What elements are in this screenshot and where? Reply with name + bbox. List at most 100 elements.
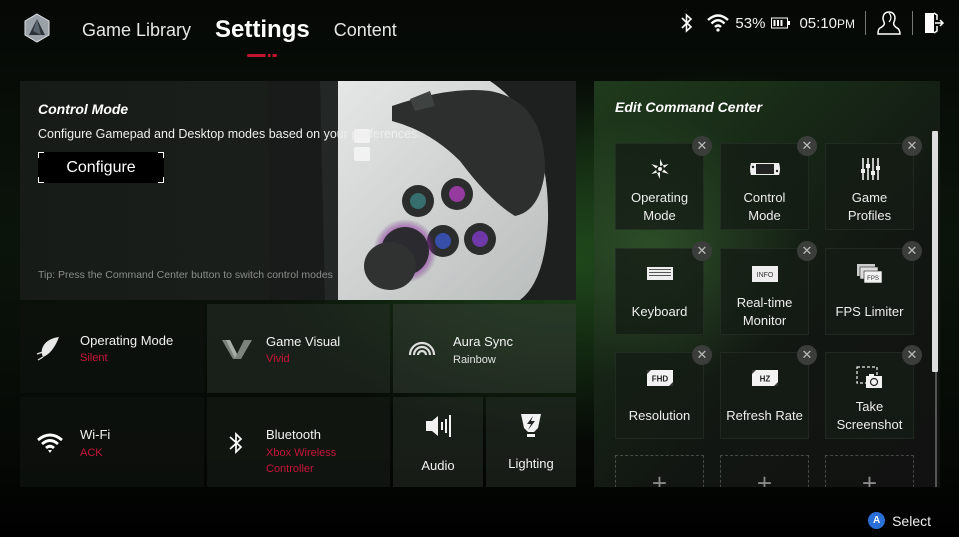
tile-value: Silent	[80, 352, 108, 364]
fhd-resolution-icon: FHD	[616, 365, 703, 391]
wifi-icon	[35, 431, 65, 455]
add-slot-button[interactable]: +	[615, 455, 704, 487]
plus-icon: +	[861, 468, 878, 487]
control-mode-card[interactable]: Control Mode Configure Gamepad and Deskt…	[20, 81, 576, 300]
cc-item-refresh-rate[interactable]: HZ Refresh Rate ✕	[720, 345, 817, 439]
tab-settings[interactable]: Settings	[215, 16, 310, 57]
tab-game-library[interactable]: Game Library	[82, 20, 191, 41]
cc-item-label-line1: Refresh Rate	[726, 408, 803, 423]
hz-refresh-icon: HZ	[721, 365, 808, 391]
info-monitor-icon: INFO	[721, 261, 808, 287]
cc-item-label-line2: Mode	[748, 208, 781, 223]
cc-item-fps-limiter[interactable]: FPS FPS Limiter ✕	[825, 241, 922, 335]
tile-label: Operating Mode	[80, 333, 174, 348]
operating-mode-icon	[616, 156, 703, 182]
remove-icon[interactable]: ✕	[902, 136, 922, 156]
plus-icon: +	[651, 468, 668, 487]
a-button-icon: A	[868, 512, 886, 529]
focus-corner	[38, 152, 44, 158]
tile-operating-mode[interactable]: Operating Mode Silent	[20, 304, 204, 393]
cc-item-label-line1: Keyboard	[631, 304, 688, 319]
remove-icon[interactable]: ✕	[902, 345, 922, 365]
scrollbar-thumb[interactable]	[932, 131, 938, 372]
tile-label: Bluetooth	[266, 427, 321, 442]
battery-icon	[771, 17, 791, 29]
tile-game-visual[interactable]: Game Visual Vivid	[207, 304, 390, 393]
remove-icon[interactable]: ✕	[692, 241, 712, 261]
sliders-icon	[826, 156, 913, 182]
cc-item-label-line1: Operating	[630, 190, 689, 205]
tile-label: Audio	[421, 458, 455, 473]
clock: 05:10PM	[799, 15, 855, 32]
exit-icon[interactable]	[923, 11, 945, 35]
aura-sync-icon	[407, 338, 437, 358]
tile-label: Wi-Fi	[80, 427, 111, 442]
game-visual-icon	[221, 336, 253, 362]
cc-item-label-line1: Game	[851, 190, 888, 205]
cc-item-control-mode[interactable]: Control Mode ✕	[720, 136, 817, 230]
clock-time: 05:10	[799, 14, 837, 32]
remove-icon[interactable]: ✕	[692, 345, 712, 365]
keyboard-icon	[616, 261, 703, 287]
tile-aura-sync[interactable]: Aura Sync Rainbow	[393, 304, 576, 393]
lighting-icon	[518, 411, 544, 439]
tile-bluetooth[interactable]: Bluetooth Xbox Wireless Controller	[207, 397, 390, 487]
configure-button-label: Configure	[66, 158, 136, 176]
rog-logo[interactable]	[22, 13, 52, 43]
cc-item-label-line1: Take	[855, 399, 884, 414]
configure-button[interactable]: Configure	[38, 152, 164, 183]
add-slot-button[interactable]: +	[720, 455, 809, 487]
tile-label: Aura Sync	[453, 334, 513, 349]
svg-text:FHD: FHD	[651, 375, 668, 384]
plus-icon: +	[756, 468, 773, 487]
tile-label: Lighting	[508, 456, 554, 471]
svg-text:INFO: INFO	[756, 272, 773, 279]
focus-corner	[38, 177, 44, 183]
add-slot-button[interactable]: +	[825, 455, 914, 487]
cc-item-label-line1: Control	[743, 190, 786, 205]
svg-text:HZ: HZ	[759, 375, 770, 384]
leaf-icon	[34, 334, 62, 362]
bluetooth-icon	[681, 13, 693, 33]
cc-item-take-screenshot[interactable]: Take Screenshot ✕	[825, 345, 922, 439]
cc-item-resolution[interactable]: FHD Resolution ✕	[615, 345, 712, 439]
tile-value: ACK	[80, 447, 103, 459]
tile-value-line2: Controller	[266, 463, 314, 475]
cc-item-label-line1: Real-time	[736, 295, 793, 310]
remove-icon[interactable]: ✕	[692, 136, 712, 156]
remove-icon[interactable]: ✕	[797, 136, 817, 156]
tile-wifi[interactable]: Wi-Fi ACK	[20, 397, 204, 487]
divider	[865, 11, 866, 35]
cc-item-game-profiles[interactable]: Game Profiles ✕	[825, 136, 922, 230]
cc-item-operating-mode[interactable]: Operating Mode ✕	[615, 136, 712, 230]
cc-item-realtime-monitor[interactable]: INFO Real-time Monitor ✕	[720, 241, 817, 335]
status-bar: 53% 05:10PM	[681, 8, 945, 38]
main-nav: Game Library Settings Content	[82, 0, 421, 60]
cc-item-label-line1: Resolution	[628, 408, 691, 423]
tile-value: Vivid	[266, 353, 290, 365]
tab-content[interactable]: Content	[334, 20, 397, 41]
clock-ampm: PM	[837, 16, 855, 31]
handheld-device-icon	[721, 156, 808, 182]
tile-lighting[interactable]: Lighting	[486, 397, 576, 487]
select-label: Select	[892, 512, 931, 529]
user-profile-icon[interactable]	[876, 10, 902, 36]
cc-item-keyboard[interactable]: Keyboard ✕	[615, 241, 712, 335]
tile-value: Rainbow	[453, 354, 496, 366]
tile-audio[interactable]: Audio	[393, 397, 483, 487]
cc-item-label-line2: Screenshot	[836, 417, 903, 432]
tile-value-line1: Xbox Wireless	[266, 447, 337, 459]
remove-icon[interactable]: ✕	[797, 345, 817, 365]
focus-corner	[158, 152, 164, 158]
remove-icon[interactable]: ✕	[902, 241, 922, 261]
command-center-title: Edit Command Center	[615, 99, 763, 115]
control-mode-tip: Tip: Press the Command Center button to …	[38, 269, 333, 281]
tile-label: Game Visual	[266, 334, 341, 349]
select-hint[interactable]: A Select	[868, 512, 931, 529]
control-mode-title: Control Mode	[38, 101, 129, 117]
cc-item-label-line2: Monitor	[742, 313, 787, 328]
wifi-icon	[707, 14, 730, 32]
remove-icon[interactable]: ✕	[797, 241, 817, 261]
control-mode-description: Configure Gamepad and Desktop modes base…	[38, 127, 421, 141]
bluetooth-icon	[227, 430, 245, 456]
